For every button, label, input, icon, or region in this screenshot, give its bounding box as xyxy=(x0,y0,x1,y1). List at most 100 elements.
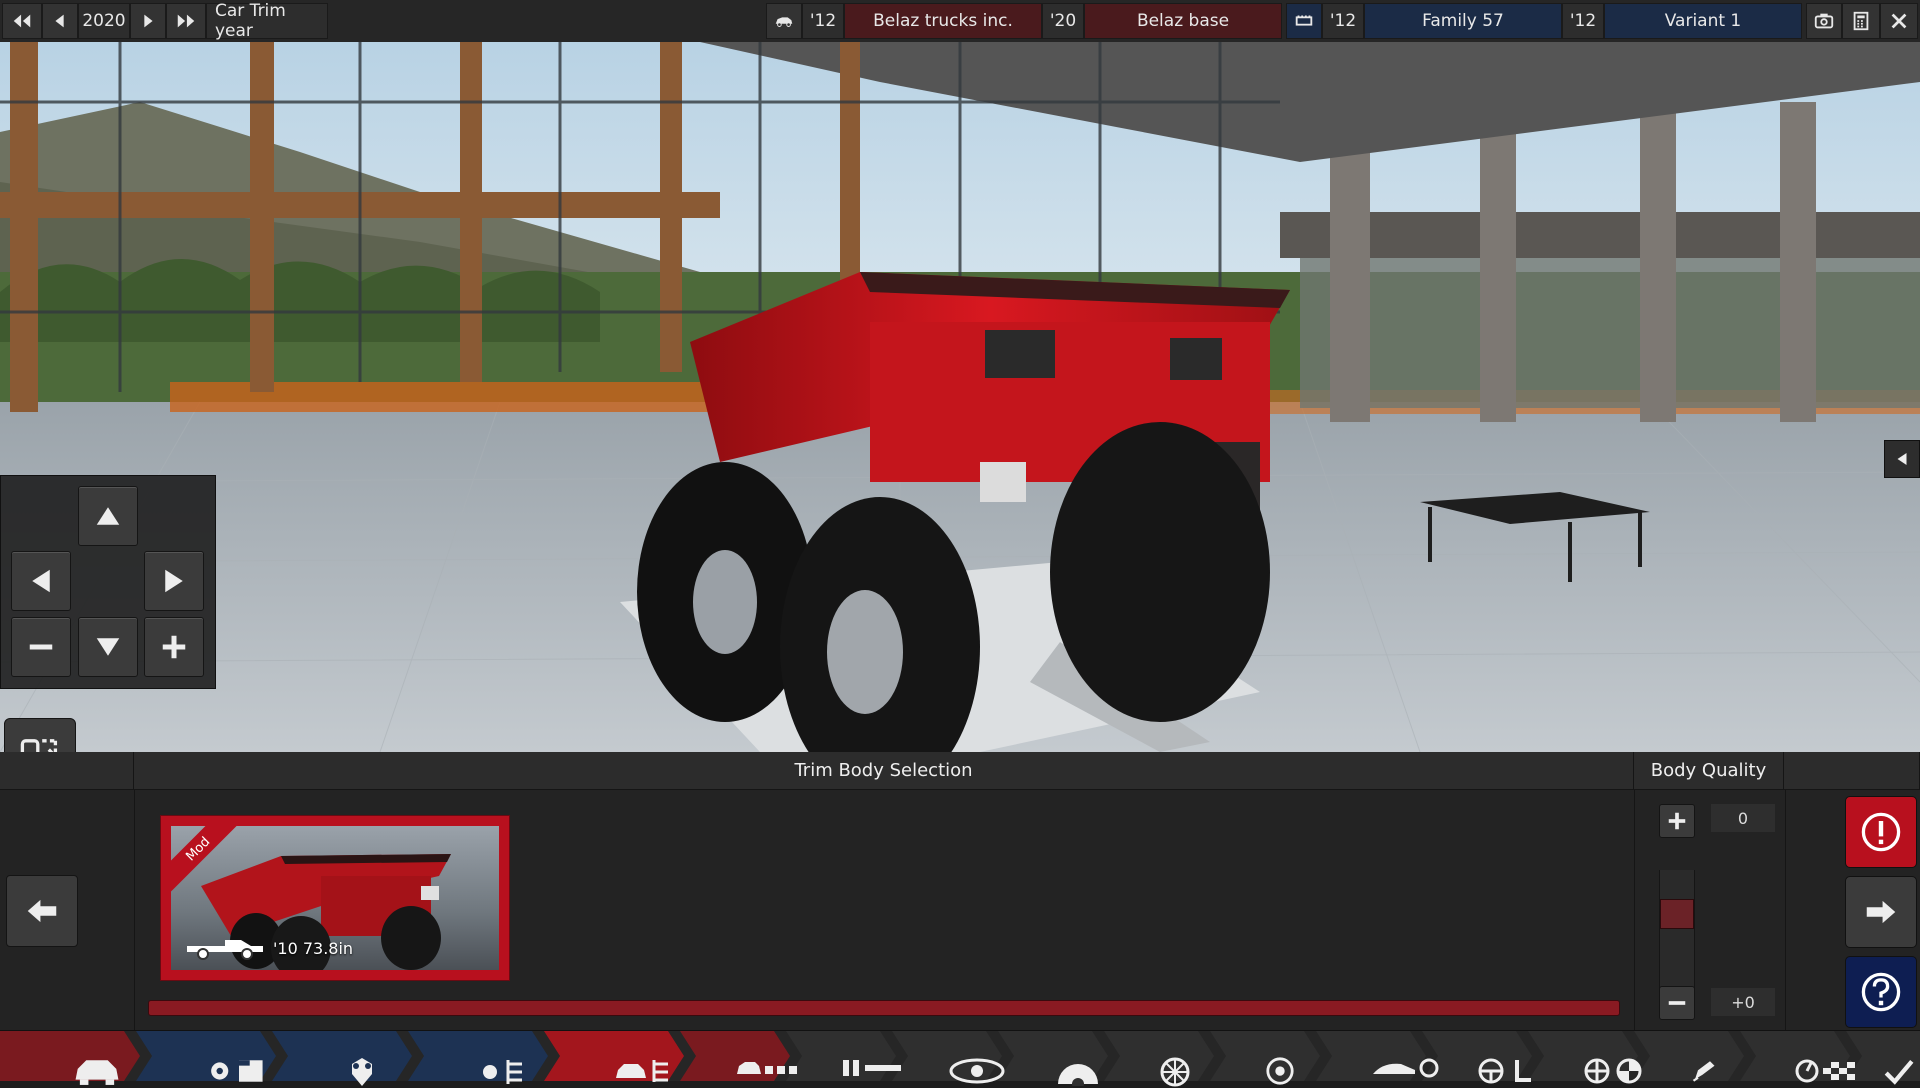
panel-head-spacer xyxy=(0,752,134,790)
pen-icon xyxy=(1692,1061,1715,1082)
tab-safety[interactable] xyxy=(1528,1031,1642,1084)
help-button[interactable] xyxy=(1845,956,1917,1028)
triangle-left-icon xyxy=(1897,453,1907,465)
gear-half-icon xyxy=(1058,1064,1098,1086)
screenshot-button[interactable] xyxy=(1806,3,1842,39)
camera-control-pad xyxy=(0,475,216,689)
camera-right-button[interactable] xyxy=(144,551,204,611)
double-right-arrow-icon xyxy=(177,14,195,28)
year-forward-button[interactable] xyxy=(166,3,206,39)
model-icon-button[interactable] xyxy=(766,3,802,39)
wheel-icon xyxy=(1160,1057,1190,1087)
year-next-button[interactable] xyxy=(130,3,166,39)
zoom-in-button[interactable] xyxy=(144,617,204,677)
plus-icon xyxy=(1668,812,1686,830)
calculator-icon xyxy=(1853,11,1869,31)
headlight-icon xyxy=(949,1058,1005,1084)
top-bar: 2020 Car Trim year '12 Belaz trucks inc.… xyxy=(0,0,1920,43)
minus-icon xyxy=(29,644,53,650)
tab-aerodynamics[interactable] xyxy=(1316,1031,1439,1081)
brand-selector[interactable]: Belaz trucks inc. xyxy=(844,3,1042,39)
body-card[interactable]: Mod '10 73.8in xyxy=(160,815,510,981)
view-mode-icon xyxy=(20,739,58,752)
body-list-scrollbar[interactable] xyxy=(148,1000,1620,1016)
left-column xyxy=(0,790,135,1030)
engine-icon xyxy=(1295,15,1313,26)
arrow-left-icon xyxy=(27,899,57,923)
next-button[interactable] xyxy=(1845,876,1917,948)
year-prev-button[interactable] xyxy=(42,3,78,39)
zoom-out-button[interactable] xyxy=(11,617,71,677)
steering-seat-icon xyxy=(1478,1058,1531,1084)
brake-disc-icon xyxy=(1266,1057,1294,1085)
tab-test-track[interactable] xyxy=(1634,1031,1744,1082)
pickup-truck-icon xyxy=(187,940,263,960)
checkmark-icon xyxy=(1884,1059,1914,1085)
variant-year-label: '12 xyxy=(1562,3,1604,39)
designer-tab-bar xyxy=(0,1030,1920,1087)
engine-files-icon xyxy=(211,1060,263,1082)
tab-engine-variant[interactable] xyxy=(408,1031,548,1084)
tab-trim-body[interactable] xyxy=(544,1031,684,1082)
3d-viewport[interactable] xyxy=(0,42,1920,752)
left-arrow-icon xyxy=(55,14,64,28)
car-trim-tree-icon xyxy=(616,1060,668,1082)
warning-button[interactable] xyxy=(1845,796,1917,868)
camera-up-button[interactable] xyxy=(78,486,138,546)
double-left-arrow-icon xyxy=(13,14,31,28)
engine-icon-button[interactable] xyxy=(1286,3,1322,39)
body-card-caption-text: '10 73.8in xyxy=(273,938,354,958)
tab-wheels[interactable] xyxy=(1104,1031,1214,1087)
body-card-image: Mod '10 73.8in xyxy=(171,826,499,970)
quality-decrease-button[interactable] xyxy=(1659,986,1695,1020)
engine-tree-icon xyxy=(483,1060,522,1084)
triangle-up-icon xyxy=(96,507,120,525)
car-body-icon xyxy=(75,1060,119,1085)
variant-selector[interactable]: Variant 1 xyxy=(1604,3,1802,39)
aero-fan-icon xyxy=(1373,1058,1439,1078)
model-selector[interactable]: Belaz base xyxy=(1084,3,1282,39)
minus-icon xyxy=(1668,1001,1686,1005)
side-panel-toggle[interactable] xyxy=(1884,440,1920,478)
tab-engine-block[interactable] xyxy=(272,1031,412,1086)
year-rewind-button[interactable] xyxy=(2,3,42,39)
panel-head-spacer-right xyxy=(1784,752,1920,790)
brand-year-label: '20 xyxy=(1042,3,1084,39)
plus-icon xyxy=(162,635,186,659)
action-column xyxy=(1836,790,1920,1030)
question-icon xyxy=(1861,972,1901,1012)
camera-down-button[interactable] xyxy=(78,617,138,677)
trim-body-panel: Trim Body Selection Body Quality Mod '10… xyxy=(0,752,1920,1030)
safety-icon xyxy=(1584,1058,1642,1084)
family-year-label: '12 xyxy=(1322,3,1364,39)
tab-headlights[interactable] xyxy=(892,1031,1005,1084)
tab-body-fixtures[interactable] xyxy=(680,1031,797,1081)
close-icon xyxy=(1891,13,1907,29)
body-card-caption: '10 73.8in xyxy=(185,936,353,960)
tab-testing[interactable] xyxy=(1740,1031,1855,1083)
close-button[interactable] xyxy=(1880,3,1918,39)
triangle-right-icon xyxy=(165,569,183,593)
tab-brakes[interactable] xyxy=(1210,1031,1320,1085)
right-arrow-icon xyxy=(144,14,153,28)
model-year-label: '12 xyxy=(802,3,844,39)
triangle-left-icon xyxy=(32,569,50,593)
tab-family-files[interactable] xyxy=(136,1031,276,1082)
camera-left-button[interactable] xyxy=(11,551,71,611)
tab-car-model[interactable] xyxy=(0,1031,140,1085)
triangle-down-icon xyxy=(96,638,120,656)
tab-suspension[interactable] xyxy=(998,1031,1108,1086)
gauge-flag-icon xyxy=(1795,1059,1855,1083)
camera-icon xyxy=(1814,13,1834,29)
car-model-icon xyxy=(775,17,793,27)
engine-block-icon xyxy=(352,1058,372,1086)
back-button[interactable] xyxy=(6,875,78,947)
family-selector[interactable]: Family 57 xyxy=(1364,3,1562,39)
year-field[interactable]: 2020 xyxy=(78,3,130,39)
quality-slider-handle[interactable] xyxy=(1660,899,1694,929)
quality-increase-button[interactable] xyxy=(1659,804,1695,838)
view-toggle-button[interactable] xyxy=(4,718,76,752)
quality-delta: +0 xyxy=(1711,988,1775,1016)
calculator-button[interactable] xyxy=(1842,3,1880,39)
tab-interior[interactable] xyxy=(786,1031,901,1081)
